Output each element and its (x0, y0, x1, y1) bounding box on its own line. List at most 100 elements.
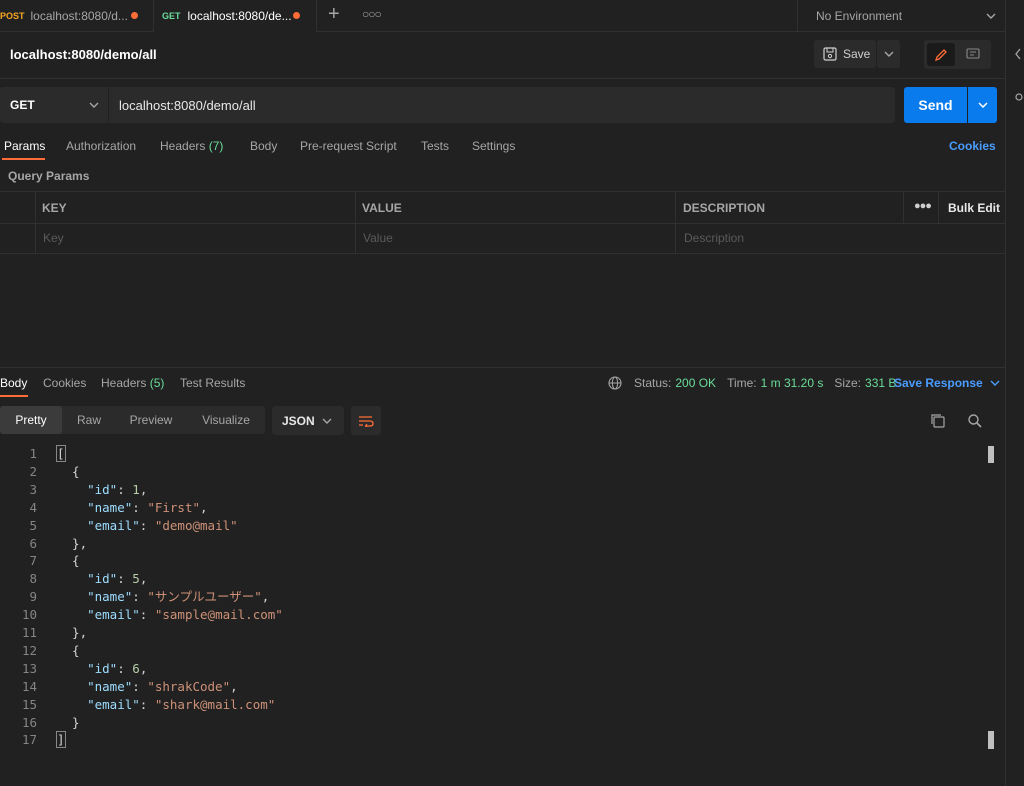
tab-authorization[interactable]: Authorization (66, 139, 136, 153)
method-selector[interactable]: GET (0, 87, 108, 123)
code-text: "email": "demo@mail" (87, 517, 238, 533)
key-input[interactable]: Key (43, 231, 64, 245)
line-number: 5 (29, 517, 37, 533)
tab-bar: POST localhost:8080/d... GET localhost:8… (0, 0, 1005, 32)
bulk-edit-button[interactable]: Bulk Edit (948, 201, 1000, 215)
code-text: }, (57, 625, 88, 640)
send-options-button[interactable] (968, 87, 997, 123)
column-header-value: VALUE (362, 201, 402, 215)
response-headers-count: (5) (149, 376, 165, 390)
tab-method-label: POST (0, 11, 25, 21)
view-raw-button[interactable]: Raw (64, 406, 114, 434)
active-tab-indicator (0, 395, 28, 397)
environment-selector[interactable]: No Environment (797, 0, 1005, 32)
response-tab-headers[interactable]: Headers (5) (101, 376, 164, 390)
code-line: 6 }, (0, 535, 980, 553)
code-line: 15 "email": "shark@mail.com" (0, 696, 980, 714)
description-input[interactable]: Description (684, 231, 744, 245)
globe-icon[interactable] (608, 376, 622, 390)
url-input[interactable]: localhost:8080/demo/all (109, 87, 895, 123)
wrap-lines-icon (359, 415, 374, 427)
code-line: 2 { (0, 463, 980, 481)
table-options-icon[interactable]: ●●● (914, 200, 932, 212)
code-text: }, (57, 535, 88, 551)
line-number: 12 (21, 642, 37, 658)
request-title: localhost:8080/demo/all (10, 47, 157, 62)
chevron-down-icon (990, 380, 1000, 386)
save-options-button[interactable] (877, 40, 900, 68)
column-header-key: KEY (42, 201, 67, 215)
view-preview-button[interactable]: Preview (120, 406, 182, 434)
line-number: 9 (29, 589, 37, 605)
tab-title: localhost:8080/de... (187, 9, 292, 23)
info-icon[interactable] (1014, 92, 1024, 102)
tab-method-label: GET (162, 11, 181, 21)
wrap-lines-button[interactable] (351, 406, 381, 435)
code-line: 5 "email": "demo@mail" (0, 517, 980, 535)
code-text: "email": "shark@mail.com" (87, 696, 276, 712)
table-row (0, 223, 1005, 254)
time-label: Time: (727, 376, 757, 390)
search-icon[interactable] (967, 413, 983, 429)
code-text: { (57, 463, 80, 479)
code-line: 12 { (0, 642, 980, 660)
response-headers-label: Headers (101, 376, 147, 390)
format-selector[interactable]: JSON (272, 406, 344, 435)
line-number: 16 (21, 714, 37, 730)
tab-params[interactable]: Params (4, 139, 45, 153)
divider (0, 78, 1005, 79)
new-tab-plus-icon[interactable]: + (328, 3, 340, 26)
chevron-left-icon[interactable] (1014, 48, 1022, 60)
tab-headers-label: Headers (160, 139, 206, 153)
code-line: 14 "name": "shrakCode", (0, 678, 980, 696)
divider (0, 367, 1005, 368)
chevron-down-icon (322, 418, 332, 424)
status-value: 200 OK (675, 376, 717, 390)
code-text: "id": 6, (87, 660, 148, 676)
value-input[interactable]: Value (363, 231, 393, 245)
save-button[interactable]: Save (814, 40, 876, 68)
right-sidebar (1005, 0, 1024, 786)
tab-body[interactable]: Body (250, 139, 277, 153)
status-label: Status: (634, 376, 672, 390)
tab-headers[interactable]: Headers (7) (160, 139, 223, 153)
copy-icon[interactable] (930, 413, 946, 429)
tab-tests[interactable]: Tests (421, 139, 449, 153)
response-tab-cookies[interactable]: Cookies (43, 376, 86, 390)
save-response-button[interactable]: Save Response (894, 376, 1000, 390)
tab-get-request[interactable]: GET localhost:8080/de... (154, 0, 317, 32)
pencil-icon (934, 48, 947, 61)
scrollbar-thumb[interactable] (988, 446, 994, 463)
unsaved-dot-icon (293, 12, 300, 19)
chevron-down-icon (986, 13, 996, 19)
tab-prerequest-script[interactable]: Pre-request Script (300, 139, 397, 153)
code-line: 13 "id": 6, (0, 660, 980, 678)
code-line: 10 "email": "sample@mail.com" (0, 606, 980, 624)
line-number: 11 (21, 625, 37, 640)
send-button[interactable]: Send (904, 87, 967, 123)
response-tab-test-results[interactable]: Test Results (180, 376, 245, 390)
scrollbar-thumb[interactable] (988, 731, 994, 749)
code-text: "name": "First", (87, 499, 208, 515)
code-text: { (57, 553, 80, 569)
code-text: "name": "shrakCode", (87, 678, 238, 694)
line-number: 13 (21, 660, 37, 676)
comment-icon (966, 48, 980, 59)
response-tab-body[interactable]: Body (0, 376, 27, 390)
cookies-link[interactable]: Cookies (949, 139, 996, 153)
response-body-editor[interactable]: 1[2 {3 "id": 1, 4 "name": "First", 5 "emai… (0, 445, 990, 755)
comments-button[interactable] (958, 43, 988, 66)
view-visualize-button[interactable]: Visualize (190, 406, 262, 434)
tab-settings[interactable]: Settings (472, 139, 515, 153)
method-label: GET (10, 98, 35, 112)
more-tabs-icon[interactable]: ○○○ (362, 7, 382, 21)
line-number: 4 (29, 499, 37, 515)
code-text: "email": "sample@mail.com" (87, 607, 283, 623)
code-line: 8 "id": 5, (0, 570, 980, 588)
tab-post-request[interactable]: POST localhost:8080/d... (0, 0, 154, 32)
save-disk-icon (823, 47, 837, 61)
line-number: 8 (29, 571, 37, 587)
view-pretty-button[interactable]: Pretty (0, 406, 62, 434)
code-line: 7 { (0, 552, 980, 570)
edit-mode-button[interactable] (927, 43, 955, 66)
